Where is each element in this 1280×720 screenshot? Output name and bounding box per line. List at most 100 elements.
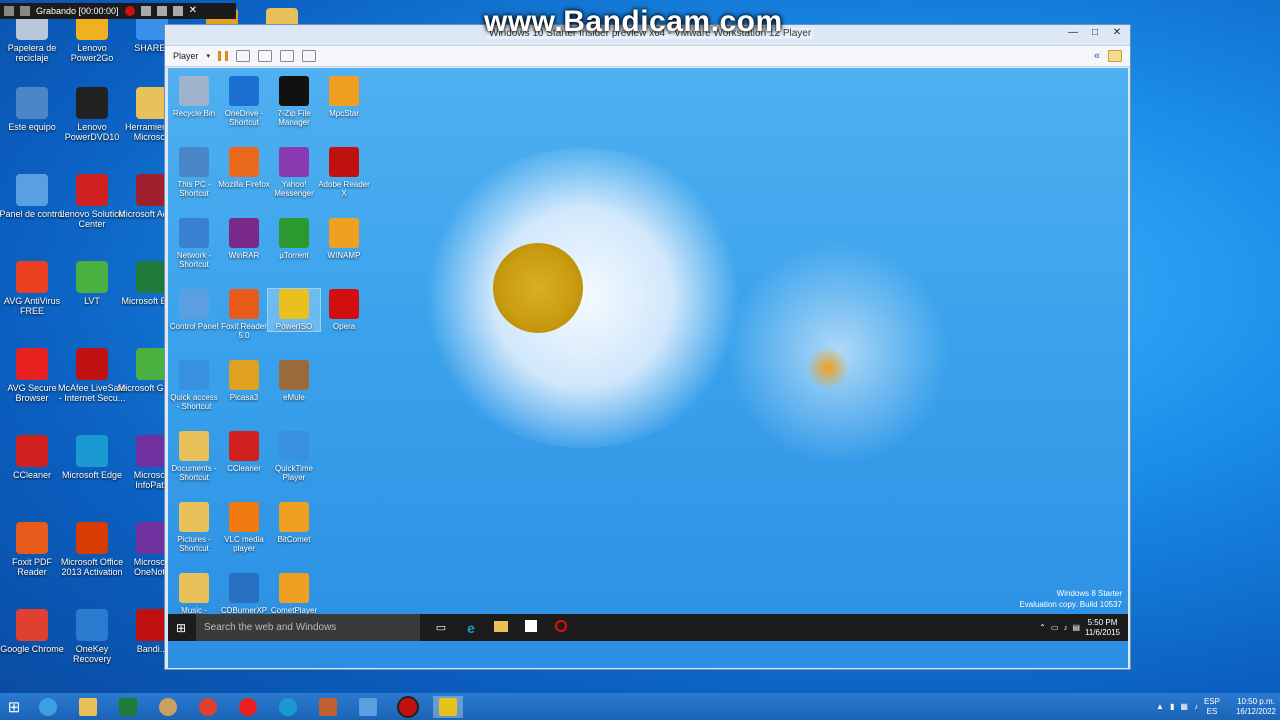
excel-icon[interactable]	[113, 696, 143, 718]
guest-icon-label: Adobe Reader X	[318, 180, 370, 198]
guest-desktop-icon[interactable]: This PC - Shortcut	[168, 147, 220, 198]
guest-icon-label: BitComet	[277, 535, 311, 544]
app-icon	[229, 76, 259, 106]
control-panel-icon[interactable]	[353, 696, 383, 718]
app-icon	[76, 261, 108, 293]
network-icon[interactable]: ▦	[1180, 702, 1188, 711]
volume-icon[interactable]: ♪	[1194, 702, 1198, 711]
guest-desktop-icon[interactable]: CCleaner	[218, 431, 270, 473]
guest-desktop-icon[interactable]: BitComet	[268, 502, 320, 544]
guest-desktop-icon[interactable]: Mozilla Firefox	[218, 147, 270, 189]
host-start-button[interactable]: ⊞	[0, 698, 28, 716]
app-icon	[179, 573, 209, 603]
window-icon[interactable]	[4, 6, 14, 16]
edge-icon[interactable]	[273, 696, 303, 718]
opera-icon[interactable]	[546, 619, 576, 637]
guest-icon-label: µTorrent	[279, 251, 309, 260]
chevron-up-icon[interactable]: ⌃	[1039, 623, 1046, 632]
network-icon[interactable]: ▭	[1051, 623, 1059, 632]
guest-desktop-icon[interactable]: Picasa3	[218, 360, 270, 402]
task-view-icon[interactable]: ▭	[426, 621, 456, 634]
guest-desktop-icon[interactable]: QuickTime Player	[268, 431, 320, 482]
folder-icon[interactable]	[73, 696, 103, 718]
volume-icon[interactable]: ♪	[1063, 623, 1067, 632]
send-keys-icon[interactable]	[236, 50, 251, 62]
fullscreen-icon[interactable]	[280, 50, 295, 62]
guest-clock[interactable]: 5:50 PM 11/6/2015	[1085, 618, 1120, 638]
tool-icon[interactable]	[313, 696, 343, 718]
guest-desktop-icon[interactable]: Quick access - Shortcut	[168, 360, 220, 411]
edge-icon[interactable]: e	[456, 620, 486, 636]
guest-desktop-icon[interactable]: Pictures - Shortcut	[168, 502, 220, 553]
guest-desktop-icon[interactable]: Foxit Reader 5.0	[218, 289, 270, 340]
app-icon	[229, 431, 259, 461]
guest-icon-label: Mozilla Firefox	[218, 180, 270, 189]
guest-desktop-icon[interactable]: eMule	[268, 360, 320, 402]
guest-icon-label: Opera	[332, 322, 356, 331]
guest-desktop-icon[interactable]: Opera	[318, 289, 370, 331]
guest-desktop-icon[interactable]: PowerISO	[267, 288, 321, 332]
guest-desktop-icon[interactable]: WinRAR	[218, 218, 270, 260]
notifications-icon[interactable]: ▤	[1072, 623, 1080, 632]
app-icon	[279, 573, 309, 603]
chrome-icon[interactable]	[193, 696, 223, 718]
chevron-up-icon[interactable]: ▲	[1156, 702, 1164, 711]
guest-desktop-icon[interactable]: VLC media player	[218, 502, 270, 553]
guest-desktop-icon[interactable]: 7-Zip File Manager	[268, 76, 320, 127]
search-box[interactable]: Search the web and Windows	[196, 614, 420, 641]
camera-icon[interactable]	[156, 6, 167, 16]
app-icon	[229, 360, 259, 390]
start-button[interactable]: ⊞	[168, 621, 194, 635]
app-icon	[279, 147, 309, 177]
guest-desktop-icon[interactable]: Network - Shortcut	[168, 218, 220, 269]
removable-devices-icon[interactable]	[258, 50, 273, 62]
app-icon	[329, 76, 359, 106]
app-icon	[229, 502, 259, 532]
record-icon[interactable]	[124, 6, 135, 16]
guest-desktop-icon[interactable]: µTorrent	[268, 218, 320, 260]
player-menu[interactable]: Player	[173, 51, 199, 61]
guest-desktop-icon[interactable]: OneDrive - Shortcut	[218, 76, 270, 127]
minimize-button[interactable]: —	[1062, 26, 1084, 40]
guest-desktop-icon[interactable]: Documents - Shortcut	[168, 431, 220, 482]
double-chevron-left-icon[interactable]: «	[1094, 50, 1100, 62]
file-explorer-icon[interactable]	[486, 619, 516, 637]
wallpaper-flower	[418, 148, 748, 448]
guest-desktop-icon[interactable]: Control Panel	[168, 289, 220, 331]
stop-icon[interactable]	[140, 6, 151, 16]
vmware-icon[interactable]	[433, 695, 463, 718]
guest-desktop-icon[interactable]: CometPlayer	[268, 573, 320, 615]
recording-toolbar: Grabando [00:00:00] ✕	[0, 3, 236, 19]
guest-desktop-icon[interactable]: MpcStar	[318, 76, 370, 118]
app-icon	[229, 289, 259, 319]
close-button[interactable]: ✕	[1106, 26, 1128, 40]
host-clock[interactable]: 10:50 p.m. 16/12/2022	[1236, 697, 1276, 717]
battery-icon[interactable]: ▮	[1170, 702, 1174, 711]
pause-icon[interactable]	[218, 51, 229, 61]
app-icon	[16, 522, 48, 554]
avg-browser-icon[interactable]	[233, 696, 263, 718]
internet-explorer-icon[interactable]	[33, 696, 63, 718]
guest-desktop-icon[interactable]: CDBurnerXP	[218, 573, 270, 615]
unity-icon[interactable]	[302, 50, 317, 62]
chevron-down-icon[interactable]: ▾	[207, 52, 211, 60]
headphones-icon[interactable]	[153, 696, 183, 718]
bandicam-icon[interactable]	[393, 695, 423, 718]
maximize-button[interactable]: □	[1084, 26, 1106, 40]
language-indicator[interactable]: ESP ES	[1204, 697, 1220, 717]
app-icon	[279, 431, 309, 461]
guest-desktop-icon[interactable]: Yahoo! Messenger	[268, 147, 320, 198]
guest-desktop-icon[interactable]: Adobe Reader X	[318, 147, 370, 198]
screen-icon[interactable]	[20, 6, 30, 16]
app-icon	[16, 609, 48, 641]
app-icon	[279, 218, 309, 248]
guest-desktop-icon[interactable]: WINAMP	[318, 218, 370, 260]
pencil-icon[interactable]	[172, 6, 183, 16]
app-icon	[179, 147, 209, 177]
folder-icon[interactable]	[1108, 50, 1122, 62]
guest-tray: ⌃ ▭ ♪ ▤ 5:50 PM 11/6/2015	[1039, 618, 1128, 638]
guest-desktop-icon[interactable]: Recycle Bin	[168, 76, 220, 118]
store-icon[interactable]	[516, 619, 546, 637]
app-icon	[16, 174, 48, 206]
close-icon[interactable]: ✕	[189, 6, 199, 16]
